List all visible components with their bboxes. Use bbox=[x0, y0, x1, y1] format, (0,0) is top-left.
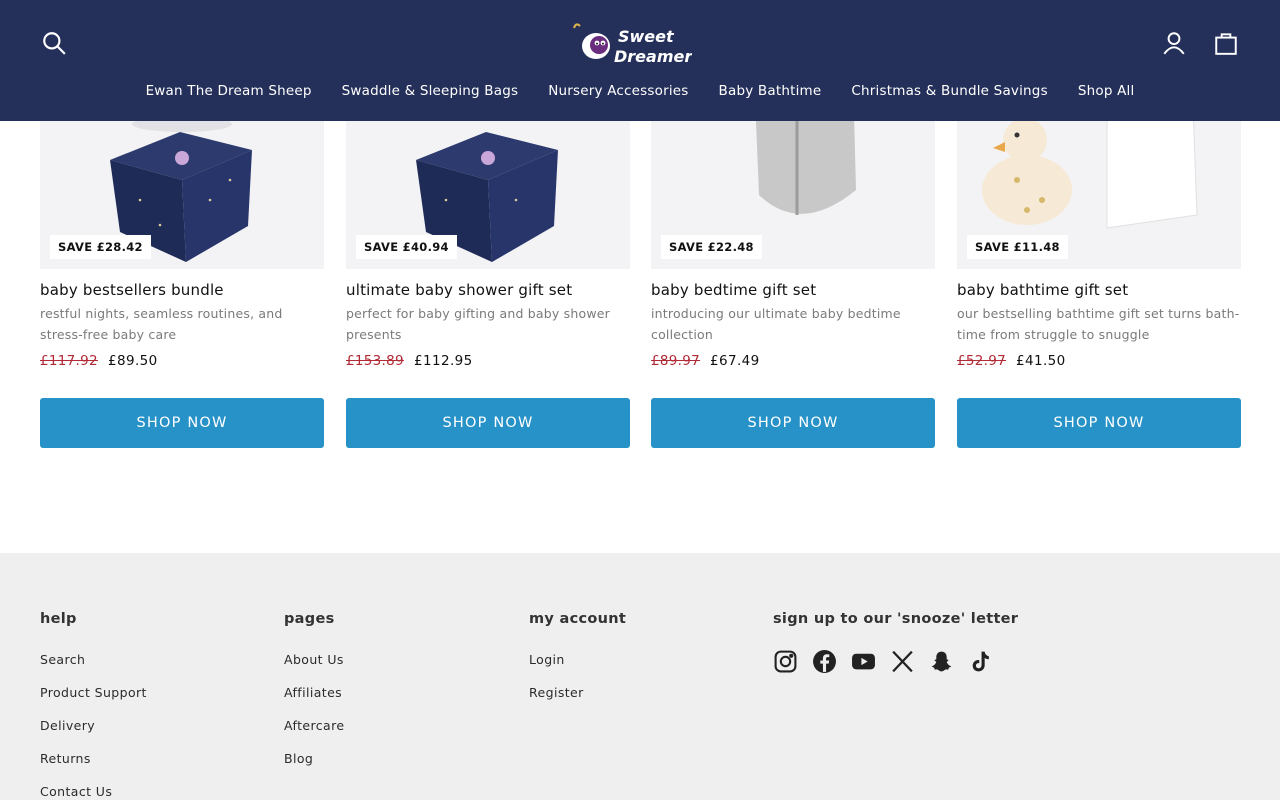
instagram-icon[interactable] bbox=[773, 649, 798, 674]
footer-link-blog[interactable]: Blog bbox=[284, 751, 344, 784]
site-logo[interactable]: Sweet Dreamers bbox=[566, 18, 702, 68]
footer-link-register[interactable]: Register bbox=[529, 685, 626, 718]
tiktok-icon[interactable] bbox=[968, 649, 993, 674]
shop-now-button[interactable]: SHOP NOW bbox=[346, 398, 630, 448]
product-description: perfect for baby gifting and baby shower… bbox=[346, 306, 610, 342]
original-price: £52.97 bbox=[957, 353, 1007, 369]
site-footer: help Search Product Support Delivery Ret… bbox=[0, 553, 1280, 800]
nav-item-nursery[interactable]: Nursery Accessories bbox=[533, 83, 703, 99]
footer-heading: help bbox=[40, 611, 77, 627]
footer-link-aftercare[interactable]: Aftercare bbox=[284, 718, 344, 751]
footer-newsletter-column: sign up to our 'snooze' letter bbox=[773, 611, 1018, 652]
product-description: introducing our ultimate baby bedtime co… bbox=[651, 306, 901, 342]
original-price: £89.97 bbox=[651, 353, 701, 369]
save-badge: SAVE £40.94 bbox=[356, 235, 457, 259]
footer-link-search[interactable]: Search bbox=[40, 652, 147, 685]
cart-icon[interactable] bbox=[1211, 28, 1241, 58]
product-title[interactable]: baby bedtime gift set bbox=[651, 281, 816, 299]
original-price: £117.92 bbox=[40, 353, 98, 369]
footer-link-delivery[interactable]: Delivery bbox=[40, 718, 147, 751]
product-title[interactable]: baby bathtime gift set bbox=[957, 281, 1128, 299]
nav-item-shop-all[interactable]: Shop All bbox=[1063, 83, 1150, 99]
sale-price: £112.95 bbox=[414, 353, 473, 369]
site-header: Sweet Dreamers Ewan The Dream Sheep Swad… bbox=[0, 0, 1280, 121]
product-title[interactable]: ultimate baby shower gift set bbox=[346, 281, 572, 299]
original-price: £153.89 bbox=[346, 353, 404, 369]
footer-link-contact[interactable]: Contact Us bbox=[40, 784, 147, 800]
shop-now-button[interactable]: SHOP NOW bbox=[651, 398, 935, 448]
product-description: our bestselling bathtime gift set turns … bbox=[957, 306, 1240, 342]
footer-account-column: my account Login Register bbox=[529, 611, 626, 718]
shop-now-button[interactable]: SHOP NOW bbox=[957, 398, 1241, 448]
save-badge: SAVE £11.48 bbox=[967, 235, 1068, 259]
footer-link-returns[interactable]: Returns bbox=[40, 751, 147, 784]
footer-pages-column: pages About Us Affiliates Aftercare Blog bbox=[284, 611, 344, 784]
youtube-icon[interactable] bbox=[851, 649, 876, 674]
search-icon[interactable] bbox=[39, 28, 69, 58]
shop-now-button[interactable]: SHOP NOW bbox=[40, 398, 324, 448]
footer-heading: sign up to our 'snooze' letter bbox=[773, 611, 1019, 627]
main-navigation: Ewan The Dream Sheep Swaddle & Sleeping … bbox=[0, 83, 1280, 99]
footer-help-column: help Search Product Support Delivery Ret… bbox=[40, 611, 147, 800]
sale-price: £89.50 bbox=[108, 353, 158, 369]
save-badge: SAVE £28.42 bbox=[50, 235, 151, 259]
footer-heading: pages bbox=[284, 611, 335, 627]
snapchat-icon[interactable] bbox=[929, 649, 954, 674]
svg-text:Dreamers: Dreamers bbox=[614, 47, 692, 66]
footer-link-about[interactable]: About Us bbox=[284, 652, 344, 685]
nav-item-swaddle[interactable]: Swaddle & Sleeping Bags bbox=[327, 83, 534, 99]
sale-price: £67.49 bbox=[710, 353, 760, 369]
svg-text:Sweet: Sweet bbox=[618, 27, 675, 46]
facebook-icon[interactable] bbox=[812, 649, 837, 674]
footer-link-affiliates[interactable]: Affiliates bbox=[284, 685, 344, 718]
footer-heading: my account bbox=[529, 611, 627, 627]
product-description: restful nights, seamless routines, and s… bbox=[40, 306, 283, 342]
save-badge: SAVE £22.48 bbox=[661, 235, 762, 259]
x-icon[interactable] bbox=[890, 649, 915, 674]
nav-item-bathtime[interactable]: Baby Bathtime bbox=[704, 83, 837, 99]
social-links bbox=[773, 649, 993, 674]
product-title[interactable]: baby bestsellers bundle bbox=[40, 281, 224, 299]
nav-item-christmas[interactable]: Christmas & Bundle Savings bbox=[836, 83, 1062, 99]
sale-price: £41.50 bbox=[1016, 353, 1066, 369]
nav-item-ewan[interactable]: Ewan The Dream Sheep bbox=[131, 83, 327, 99]
footer-link-login[interactable]: Login bbox=[529, 652, 626, 685]
footer-link-product-support[interactable]: Product Support bbox=[40, 685, 147, 718]
account-icon[interactable] bbox=[1159, 28, 1189, 58]
